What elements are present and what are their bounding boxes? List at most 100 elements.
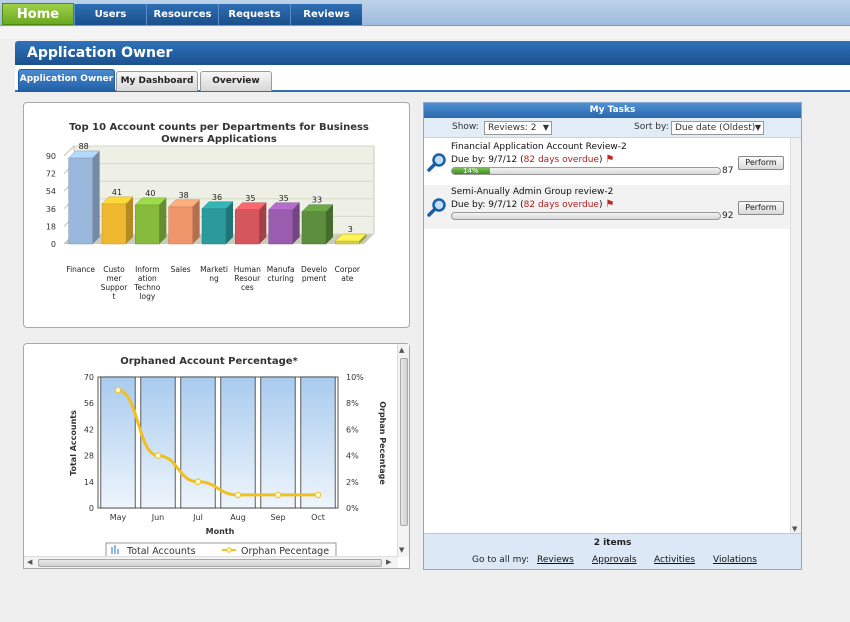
line-point — [314, 491, 322, 499]
bar — [68, 157, 93, 245]
scroll-right-arrow[interactable]: ▶ — [386, 558, 391, 566]
bar — [180, 376, 216, 509]
progress-fill: 14% — [452, 168, 490, 174]
data-label: 88 — [79, 142, 89, 151]
magnifier-icon — [427, 153, 446, 172]
header-spacer — [0, 27, 850, 39]
line-point — [234, 491, 242, 499]
bar-chart: 0 18 36 54 72 90 88 Finance 41 Custo mer Suppor t 40 I… — [46, 142, 375, 301]
bar — [100, 376, 136, 509]
task-title[interactable]: Semi-Anually Admin Group review-2 — [451, 187, 613, 197]
bar — [220, 376, 256, 509]
y-axis-label: Total Accounts — [69, 410, 78, 476]
y2-tick-label: 0% — [346, 504, 359, 513]
scroll-down-arrow[interactable]: ▼ — [399, 546, 404, 554]
bar-side — [159, 197, 167, 244]
tasks-header: My Tasks — [424, 103, 801, 118]
nav-requests[interactable]: Requests — [218, 4, 290, 25]
y-tick-label: 70 — [84, 373, 94, 382]
bar-side — [292, 202, 300, 244]
due-suffix: ) — [598, 155, 603, 165]
y-tick-label: 90 — [46, 152, 56, 161]
scroll-thumb[interactable] — [38, 559, 382, 567]
tab-application-owner[interactable]: Application Owner — [18, 69, 115, 92]
x-tick-label: Aug — [230, 513, 246, 522]
y2-tick-label: 10% — [346, 373, 364, 382]
y-tick-label: 28 — [84, 452, 94, 461]
data-label: 33 — [312, 196, 322, 205]
x-tick-label: May — [110, 513, 127, 522]
horizontal-scrollbar[interactable]: ◀ ▶ — [24, 556, 398, 568]
chevron-down-icon: ▼ — [542, 123, 549, 132]
y-tick-label: 56 — [84, 399, 94, 408]
nav-resources[interactable]: Resources — [146, 4, 218, 25]
progress-bar — [451, 212, 721, 220]
goto-label: Go to all my: — [472, 555, 530, 565]
perform-button[interactable]: Perform — [738, 201, 784, 215]
link-activities[interactable]: Activities — [654, 555, 695, 565]
perform-button[interactable]: Perform — [738, 156, 784, 170]
scroll-thumb[interactable] — [400, 358, 408, 526]
nav-home[interactable]: Home — [2, 3, 74, 25]
page-title: Application Owner — [15, 41, 850, 65]
link-reviews[interactable]: Reviews — [537, 555, 574, 565]
show-select-value: Reviews: 2 — [488, 123, 537, 133]
bar — [101, 203, 127, 245]
task-count: 87 — [722, 166, 734, 176]
scroll-up-arrow[interactable]: ▲ — [399, 346, 404, 354]
line-point — [114, 386, 122, 394]
progress-bar: 14% — [451, 167, 721, 175]
vertical-scrollbar[interactable]: ▲ ▼ — [397, 344, 409, 557]
y2-tick-label: 6% — [346, 425, 359, 434]
x-tick-label: Finance — [66, 265, 95, 274]
y-tick-label: 0 — [51, 240, 56, 249]
link-violations[interactable]: Violations — [713, 555, 757, 565]
x-axis-label: Month — [206, 527, 235, 536]
data-label: 35 — [245, 194, 255, 203]
data-label: 38 — [179, 191, 189, 200]
x-tick-label: Corpor ate — [335, 265, 361, 283]
tasks-toolbar: Show: Reviews: 2 ▼ Sort by: Due date (Ol… — [424, 118, 801, 138]
orphan-chart-panel: Orphaned Account Percentage* 0 14 28 42 56 70… — [23, 343, 410, 569]
y-tick-label: 42 — [84, 425, 94, 434]
due-date: Due by: 9/7/12 ( — [451, 155, 524, 165]
x-tick-label: Jun — [151, 513, 165, 522]
tasks-scrollbar[interactable]: ▼ — [790, 138, 801, 534]
nav-reviews[interactable]: Reviews — [290, 4, 362, 25]
x-tick-label: Manufa cturing — [267, 265, 295, 283]
overdue-text: 82 days overdue — [523, 155, 599, 165]
task-title[interactable]: Financial Application Account Review-2 — [451, 142, 627, 152]
task-row[interactable]: Financial Application Account Review-2 D… — [424, 140, 790, 184]
magnifier-icon — [427, 198, 446, 217]
task-row[interactable]: Semi-Anually Admin Group review-2 Due by… — [424, 185, 790, 229]
show-select[interactable]: Reviews: 2 ▼ — [484, 121, 552, 135]
sort-select[interactable]: Due date (Oldest) ▼ — [671, 121, 764, 135]
x-tick-label: Oct — [311, 513, 325, 522]
y-tick-label: 14 — [84, 478, 94, 487]
top-nav-bar: Home Users Resources Requests Reviews — [0, 0, 850, 26]
due-date: Due by: 9/7/12 ( — [451, 200, 524, 210]
y2-tick-label: 8% — [346, 399, 359, 408]
tab-my-dashboard[interactable]: My Dashboard — [116, 71, 198, 91]
chevron-down-icon: ▼ — [754, 123, 761, 132]
bar — [268, 209, 293, 245]
y-tick-label: 18 — [46, 222, 56, 231]
overdue-text: 82 days overdue — [523, 200, 599, 210]
x-tick-label: Human Resour ces — [234, 265, 261, 292]
task-due: Due by: 9/7/12 (82 days overdue) ⚑ — [451, 154, 614, 165]
scroll-down-arrow[interactable]: ▼ — [792, 525, 797, 533]
my-tasks-panel: My Tasks Show: Reviews: 2 ▼ Sort by: Due… — [423, 102, 802, 570]
legend-bar-icon — [111, 547, 113, 554]
tab-strip: Application Owner My Dashboard Overview — [15, 65, 850, 92]
scroll-left-arrow[interactable]: ◀ — [27, 558, 32, 566]
bar — [235, 209, 260, 245]
data-label: 40 — [145, 189, 155, 198]
tab-overview[interactable]: Overview — [200, 71, 272, 91]
nav-users[interactable]: Users — [74, 4, 146, 25]
link-approvals[interactable]: Approvals — [592, 555, 637, 565]
bar-side — [92, 150, 100, 244]
y-tick-label: 36 — [46, 205, 56, 214]
y2-axis-label: Orphan Pecentage — [378, 401, 387, 485]
x-tick-label: Sep — [270, 513, 285, 522]
x-tick-label: Marketi ng — [200, 265, 228, 283]
